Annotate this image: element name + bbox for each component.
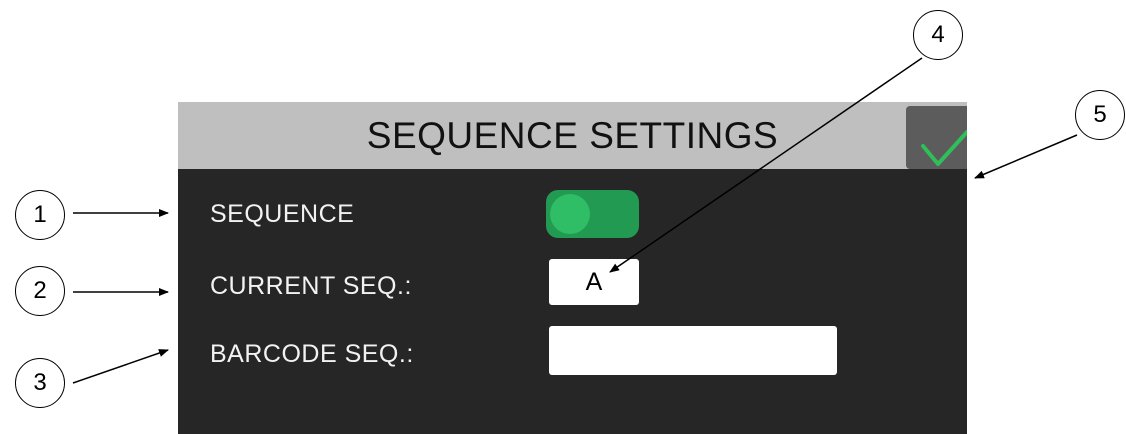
callout-4: 4 bbox=[913, 10, 963, 60]
callout-3-arrow bbox=[72, 349, 169, 384]
callout-2: 2 bbox=[15, 266, 65, 316]
annotated-screenshot: SEQUENCE SETTINGS SEQUENCE CURRENT SEQ.:… bbox=[0, 0, 1126, 434]
callout-4-arrow bbox=[609, 57, 923, 273]
callout-5-arrow bbox=[974, 134, 1078, 179]
callout-1: 1 bbox=[15, 190, 65, 240]
callout-5: 5 bbox=[1075, 90, 1125, 140]
callout-3: 3 bbox=[15, 358, 65, 408]
callout-arrows bbox=[72, 57, 1078, 384]
